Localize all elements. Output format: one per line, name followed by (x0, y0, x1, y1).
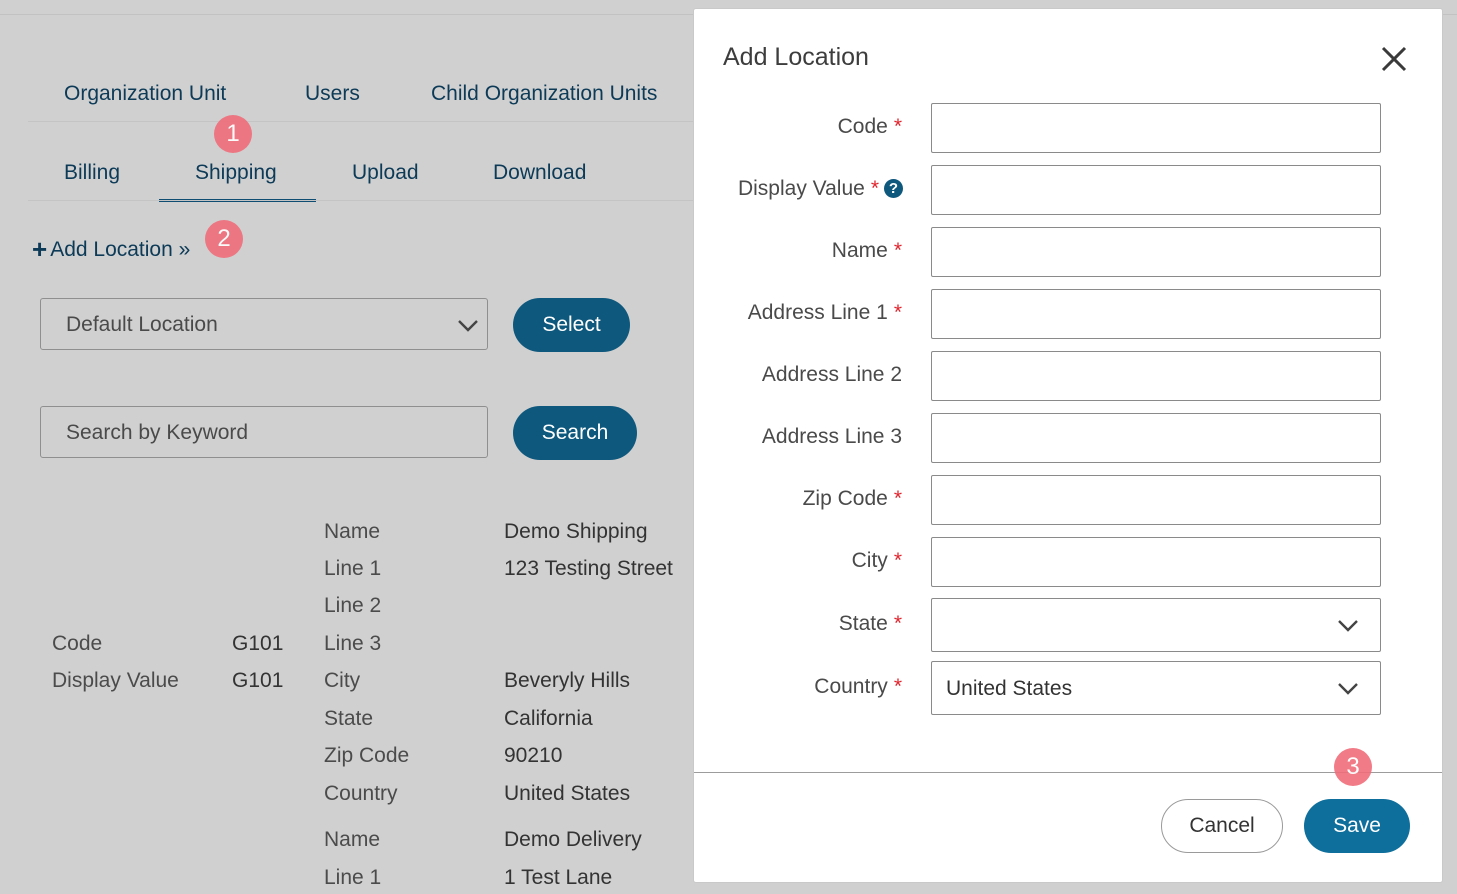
required-mark: * (893, 301, 902, 324)
add-location-link[interactable]: + Add Location » (32, 234, 190, 265)
shipping-city-label: City (324, 669, 361, 692)
step-badge-3: 3 (1334, 748, 1372, 786)
code-value: G101 (232, 632, 284, 655)
required-mark: * (893, 612, 902, 635)
delivery-name-label: Name (324, 828, 381, 851)
cancel-button[interactable]: Cancel (1161, 799, 1283, 853)
display-value-label: Display Value (52, 669, 179, 692)
chevron-down-icon (1338, 683, 1358, 695)
tab-download[interactable]: Download (493, 161, 586, 185)
shipping-line1-label: Line 1 (324, 557, 382, 580)
tab-users[interactable]: Users (305, 82, 360, 106)
required-mark: * (870, 177, 879, 200)
close-icon[interactable] (1378, 43, 1410, 75)
address-line-3-input[interactable] (931, 413, 1381, 463)
modal-title: Add Location (723, 43, 869, 71)
tab-upload[interactable]: Upload (352, 161, 419, 185)
add-location-modal: Add Location Code * Display Value *? Name *… (693, 8, 1443, 883)
required-mark: * (893, 675, 902, 698)
city-input[interactable] (931, 537, 1381, 587)
step-badge-2: 2 (205, 220, 243, 258)
tab-row-divider (28, 200, 708, 201)
step-badge-1: 1 (214, 115, 252, 153)
name-input[interactable] (931, 227, 1381, 277)
location-select-value: Default Location (66, 313, 218, 336)
search-button[interactable]: Search (513, 406, 637, 460)
code-label: Code (52, 632, 103, 655)
tab-row-divider (28, 121, 708, 122)
code-input[interactable] (931, 103, 1381, 153)
select-button[interactable]: Select (513, 298, 630, 352)
zip-code-input[interactable] (931, 475, 1381, 525)
delivery-name-value: Demo Delivery (504, 828, 642, 851)
shipping-country-value: United States (504, 782, 631, 805)
address-line-2-input[interactable] (931, 351, 1381, 401)
save-button[interactable]: Save (1304, 799, 1410, 853)
delivery-line1-value: 1 Test Lane (504, 866, 613, 889)
shipping-zip-label: Zip Code (324, 744, 410, 767)
address-line-1-input[interactable] (931, 289, 1381, 339)
tab-billing[interactable]: Billing (64, 161, 120, 185)
state-label: State * (838, 612, 902, 635)
shipping-name-label: Name (324, 520, 381, 543)
shipping-city-value: Beveryly Hills (504, 669, 631, 692)
display-value-field-label: Display Value *? (738, 177, 903, 201)
delivery-line1-label: Line 1 (324, 866, 382, 889)
search-placeholder: Search by Keyword (66, 421, 249, 444)
required-mark: * (893, 487, 902, 510)
name-field-label: Name * (831, 239, 902, 262)
shipping-zip-value: 90210 (504, 744, 563, 767)
city-label: City * (851, 549, 902, 572)
code-field-label: Code * (837, 115, 902, 138)
shipping-country-label: Country (324, 782, 398, 805)
modal-footer-divider (694, 772, 1442, 773)
required-mark: * (893, 239, 902, 262)
help-icon[interactable]: ? (884, 179, 903, 198)
display-value-value: G101 (232, 669, 284, 692)
shipping-name-value: Demo Shipping (504, 520, 648, 543)
shipping-line1-value: 123 Testing Street (504, 557, 673, 580)
shipping-state-label: State (324, 707, 374, 730)
shipping-line3-label: Line 3 (324, 632, 382, 655)
add-location-label: Add Location » (50, 238, 191, 261)
search-input[interactable]: Search by Keyword (40, 406, 488, 458)
zip-code-label: Zip Code * (802, 487, 902, 510)
shipping-line2-label: Line 2 (324, 594, 382, 617)
required-mark: * (893, 115, 902, 138)
plus-icon: + (32, 234, 48, 264)
chevron-down-icon (458, 320, 478, 332)
location-select[interactable]: Default Location (40, 298, 488, 350)
tab-child-organization-units[interactable]: Child Organization Units (431, 82, 657, 106)
shipping-state-value: California (504, 707, 593, 730)
tab-shipping[interactable]: Shipping (195, 161, 277, 185)
state-select[interactable] (931, 598, 1381, 652)
address-line-1-label: Address Line 1 * (747, 301, 902, 324)
address-line-2-label: Address Line 2 (761, 363, 902, 386)
tab-organization-unit[interactable]: Organization Unit (64, 82, 226, 106)
country-select-value: United States (946, 677, 1073, 700)
chevron-down-icon (1338, 620, 1358, 632)
country-select[interactable]: United States (931, 661, 1381, 715)
required-mark: * (893, 549, 902, 572)
display-value-input[interactable] (931, 165, 1381, 215)
address-line-3-label: Address Line 3 (761, 425, 902, 448)
country-label: Country * (814, 675, 902, 698)
